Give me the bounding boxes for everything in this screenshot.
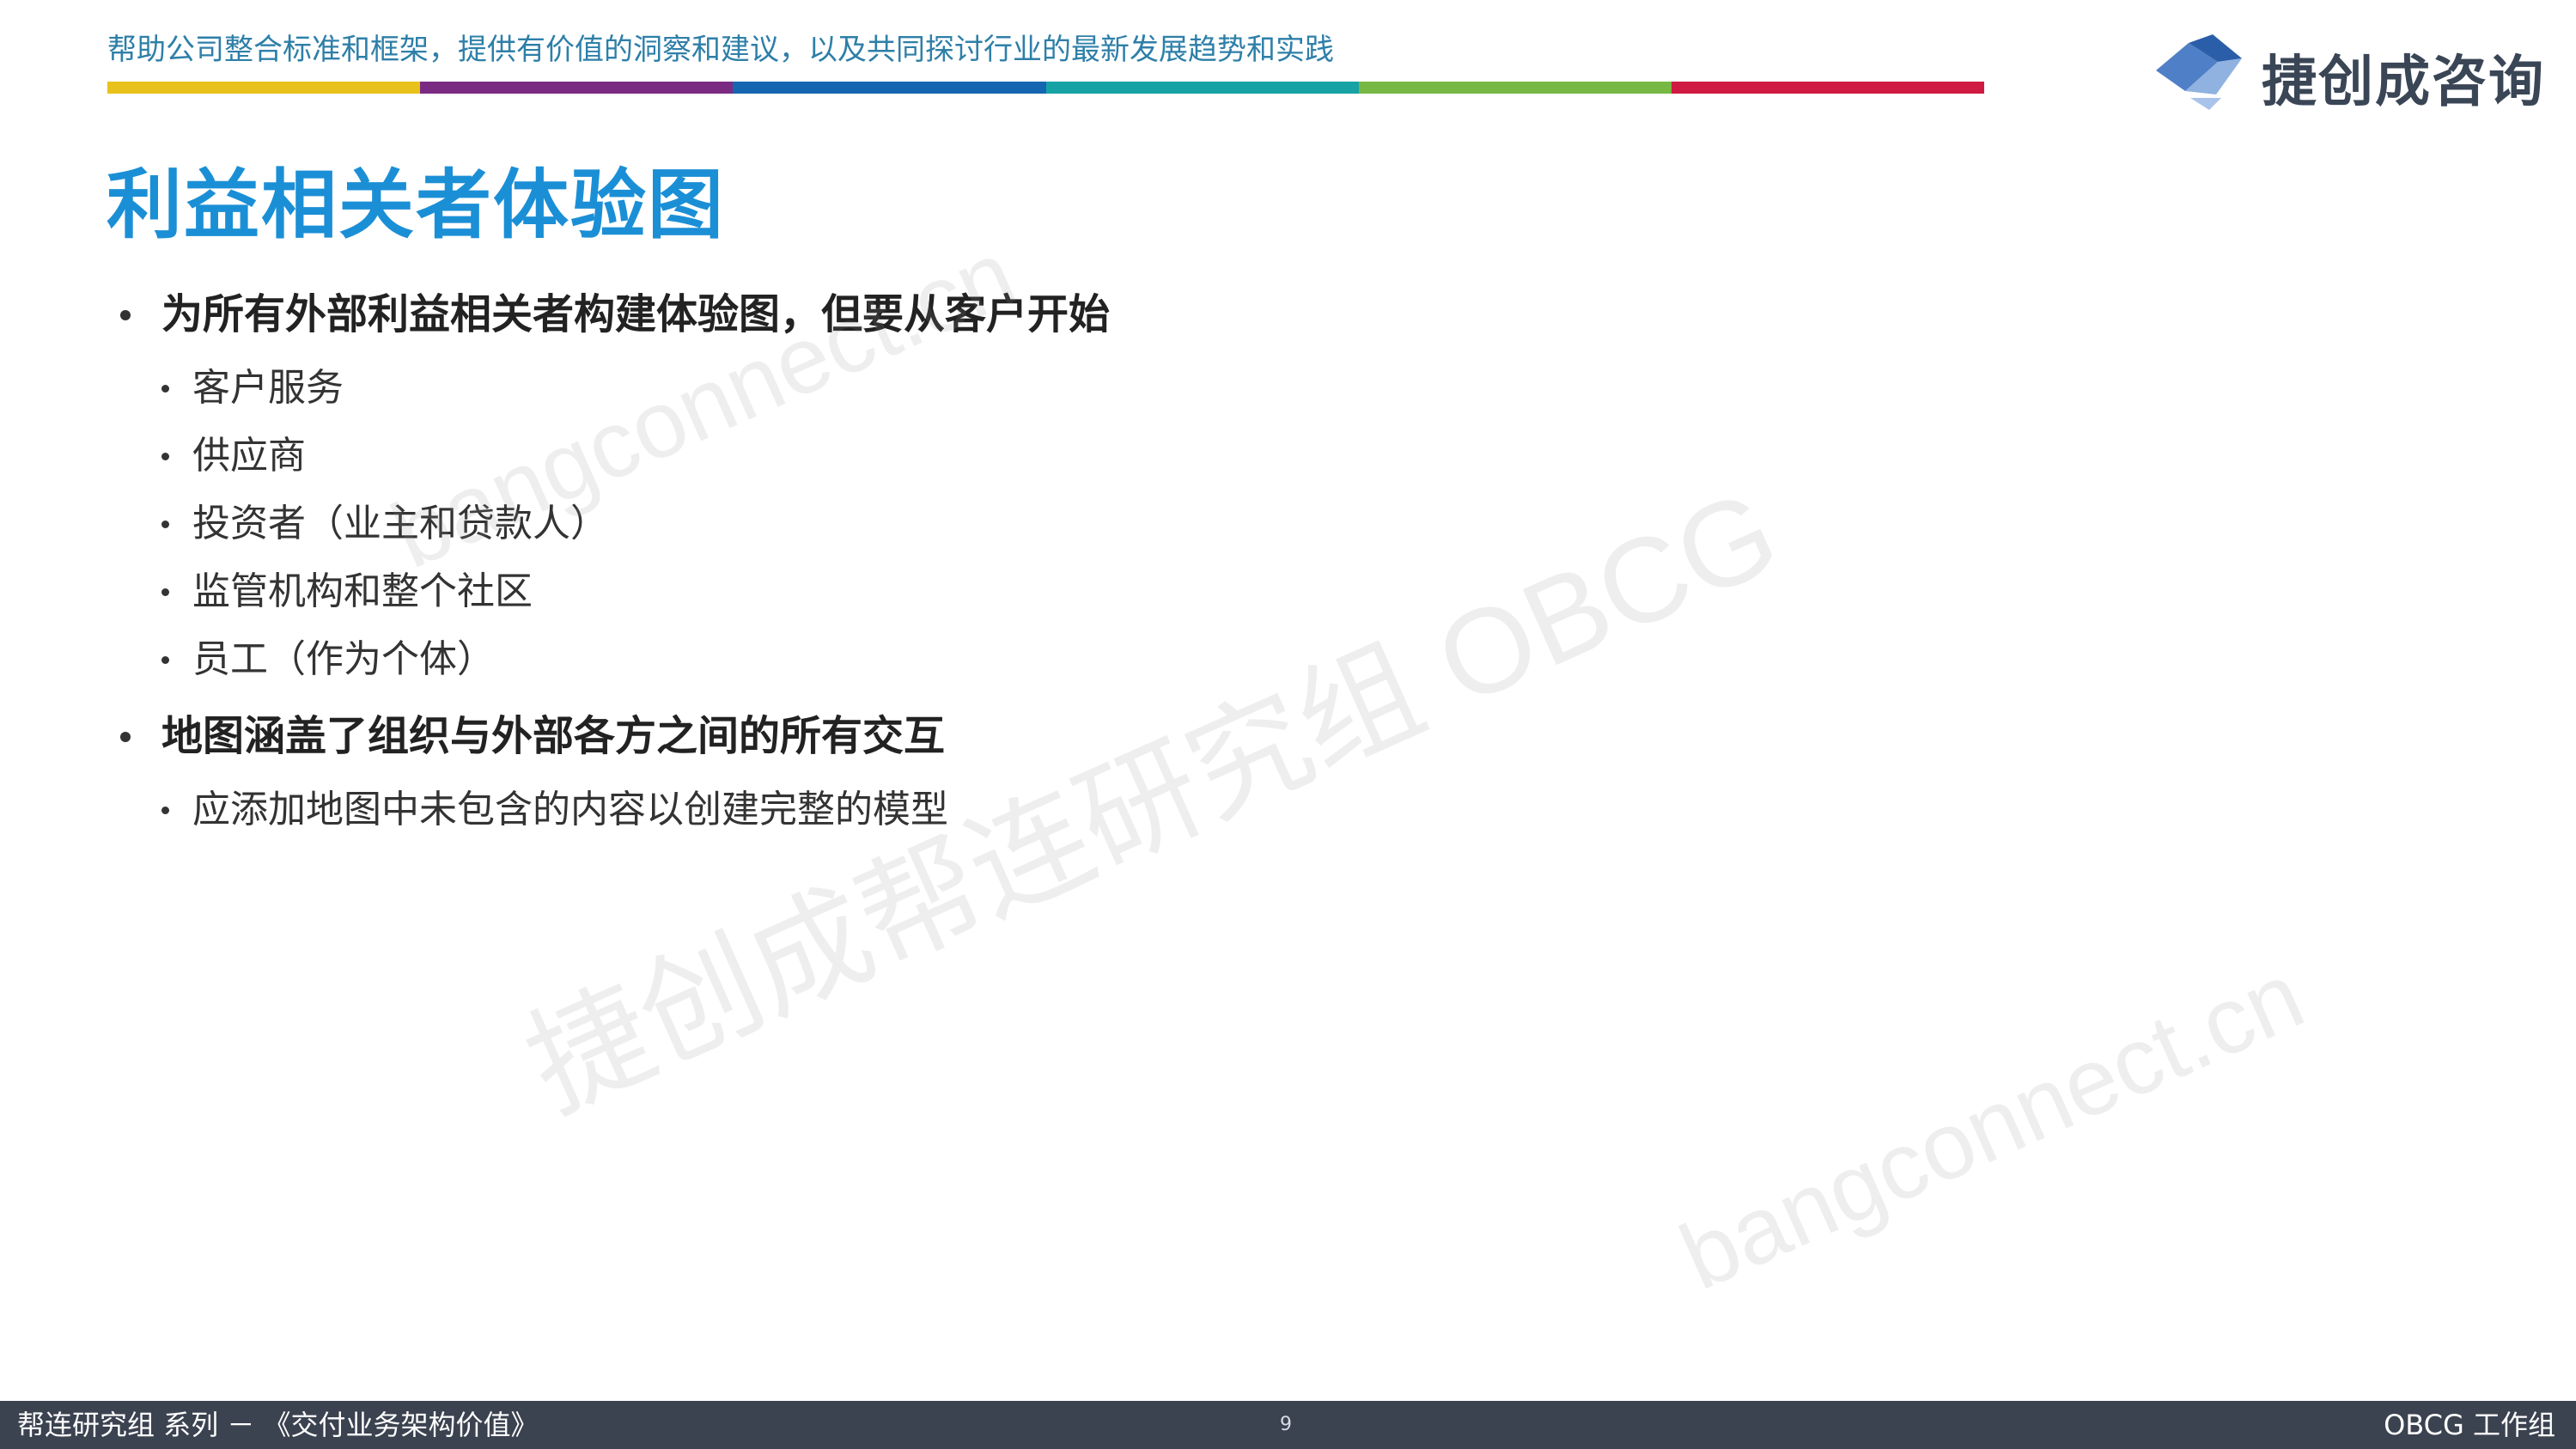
page-number: 9 [1280, 1414, 1292, 1435]
bullet-dot [120, 732, 131, 742]
bullet-dot [161, 656, 169, 664]
bullet-level2: 监管机构和整个社区 [161, 557, 1580, 625]
bullet-dot [161, 385, 169, 393]
bullet-text: 客户服务 [192, 366, 344, 410]
bullet-level1: 地图涵盖了组织与外部各方之间的所有交互 [120, 705, 1580, 767]
bullet-text: 为所有外部利益相关者构建体验图，但要从客户开始 [161, 290, 1111, 338]
cube-logo-icon [2156, 34, 2242, 110]
bullet-text: 投资者（业主和贷款人） [192, 502, 608, 545]
bullet-dot [161, 521, 169, 528]
color-bar-segment-yellow [107, 82, 421, 94]
header-color-bar [107, 82, 1985, 94]
color-bar-segment-red [1671, 82, 1985, 94]
color-bar-segment-green [1358, 82, 1672, 94]
color-bar-segment-teal [1045, 82, 1359, 94]
bullet-level2: 供应商 [161, 422, 1580, 490]
bullet-level1: 为所有外部利益相关者构建体验图，但要从客户开始 [120, 283, 1580, 345]
bullet-text: 供应商 [192, 434, 306, 478]
header-tagline: 帮助公司整合标准和框架，提供有价值的洞察和建议，以及共同探讨行业的最新发展趋势和… [107, 33, 1334, 67]
color-bar-segment-purple [420, 82, 734, 94]
bullet-dot [161, 453, 169, 460]
bullet-level2: 投资者（业主和贷款人） [161, 490, 1580, 557]
bullet-text: 员工（作为个体） [192, 637, 495, 681]
watermark-url: bangconnect.cn [1666, 941, 2318, 1311]
bullet-dot [161, 588, 169, 596]
bullet-level2: 应添加地图中未包含的内容以创建完整的模型 [161, 776, 1580, 843]
color-bar-segment-blue [733, 82, 1046, 94]
bullet-text: 监管机构和整个社区 [192, 569, 533, 613]
footer-series-title: 帮连研究组 系列 － 《交付业务架构价值》 [17, 1409, 539, 1441]
page-title: 利益相关者体验图 [107, 161, 726, 249]
bullet-dot [161, 807, 169, 814]
logo-text: 捷创成咨询 [2262, 51, 2545, 114]
bullet-level2: 员工（作为个体） [161, 625, 1580, 693]
bullet-text: 地图涵盖了组织与外部各方之间的所有交互 [161, 712, 946, 760]
footer-bar: 帮连研究组 系列 － 《交付业务架构价值》 9 OBCG 工作组 [0, 1401, 2576, 1449]
bullet-text: 应添加地图中未包含的内容以创建完整的模型 [192, 788, 948, 831]
bullet-list: 为所有外部利益相关者构建体验图，但要从客户开始 客户服务 供应商 投资者（业主和… [120, 283, 1580, 843]
bullet-dot [120, 310, 131, 320]
bullet-level2: 客户服务 [161, 354, 1580, 422]
footer-group-name: OBCG 工作组 [2384, 1409, 2555, 1441]
